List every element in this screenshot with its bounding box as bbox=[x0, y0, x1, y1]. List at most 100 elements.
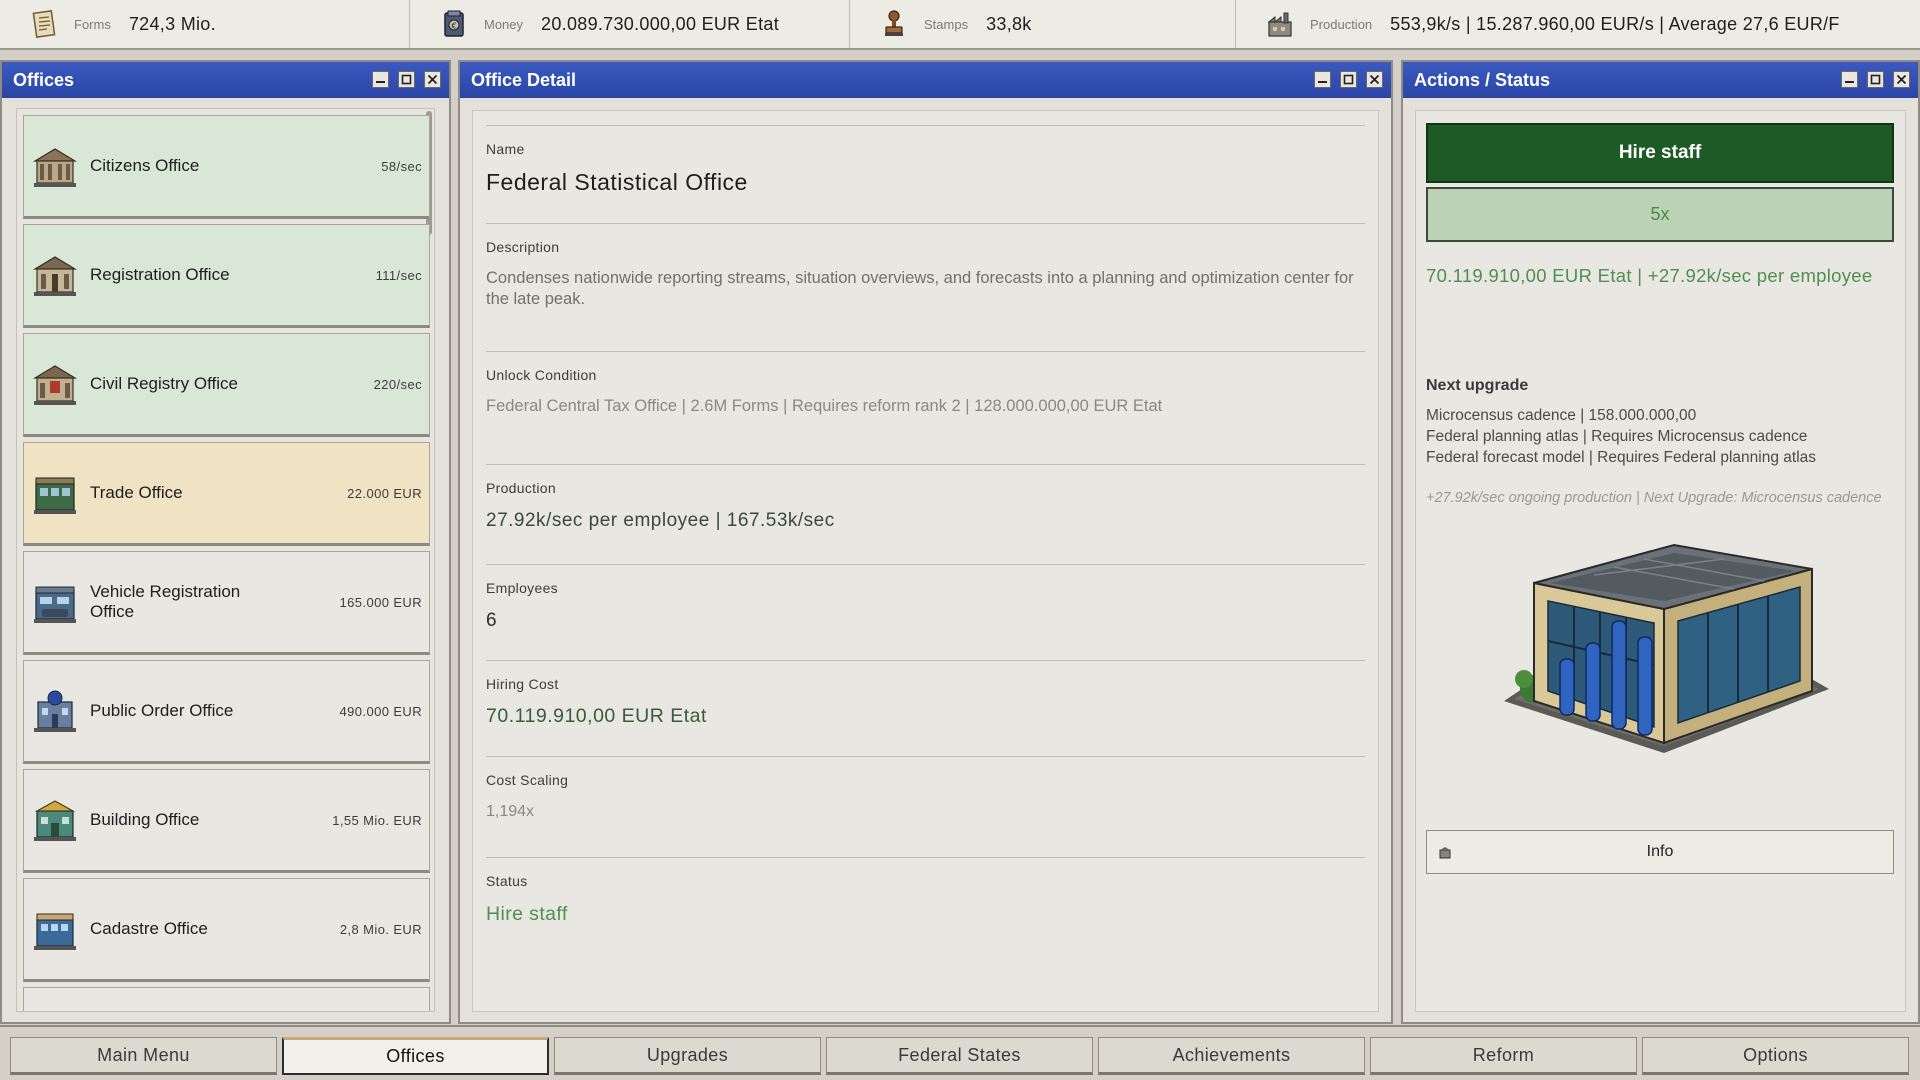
office-item-registration[interactable]: Registration Office 111/sec bbox=[23, 224, 430, 328]
office-name: Citizens Office bbox=[90, 156, 200, 175]
office-item-public-order[interactable]: Public Order Office 490.000 EUR bbox=[23, 660, 430, 764]
office-rate: 22.000 EUR bbox=[347, 485, 422, 501]
office-name: Trade Office bbox=[90, 483, 183, 502]
cost-summary: 70.119.910,00 EUR Etat | +27.92k/sec per… bbox=[1426, 265, 1873, 286]
info-button[interactable]: Info bbox=[1426, 830, 1894, 874]
upgrade-list: Microcensus cadence | 158.000.000,00 Fed… bbox=[1426, 405, 1816, 468]
minimize-icon bbox=[1318, 81, 1327, 83]
nav-main-menu[interactable]: Main Menu bbox=[10, 1037, 277, 1075]
office-rate: 165.000 EUR bbox=[339, 594, 422, 610]
office-name: Public Order Office bbox=[90, 701, 234, 720]
office-rate: 490.000 EUR bbox=[339, 703, 422, 719]
actions-content: Hire staff 5x 70.119.910,00 EUR Etat | +… bbox=[1415, 110, 1906, 1012]
field-label: Employees bbox=[486, 580, 558, 596]
office-rate: 1,55 Mio. EUR bbox=[332, 812, 422, 828]
minimize-icon bbox=[1845, 81, 1854, 83]
building-office-icon bbox=[34, 800, 76, 841]
maximize-button[interactable] bbox=[398, 71, 415, 88]
field-unlock-condition: Unlock Condition Federal Central Tax Off… bbox=[486, 351, 1365, 464]
money-icon: € bbox=[444, 10, 464, 37]
info-button-label: Info bbox=[1646, 843, 1674, 860]
close-button[interactable] bbox=[424, 71, 441, 88]
hire-staff-button[interactable]: Hire staff bbox=[1426, 123, 1894, 183]
upgrade-item: Federal planning atlas | Requires Microc… bbox=[1426, 428, 1808, 445]
hiring-cost-value: 70.119.910,00 EUR Etat bbox=[486, 705, 707, 727]
upgrade-hint: +27.92k/sec ongoing production | Next Up… bbox=[1426, 490, 1882, 506]
registration-office-icon bbox=[32, 256, 78, 296]
public-order-office-icon bbox=[34, 690, 76, 732]
office-item-partial[interactable] bbox=[23, 987, 430, 1011]
resource-stamps: Stamps 33,8k bbox=[850, 0, 1236, 48]
minimize-button[interactable] bbox=[1314, 71, 1331, 88]
minimize-button[interactable] bbox=[372, 71, 389, 88]
field-hiring-cost: Hiring Cost 70.119.910,00 EUR Etat bbox=[486, 660, 1365, 756]
close-button[interactable] bbox=[1366, 71, 1383, 88]
cost-scaling-value: 1,194x bbox=[486, 803, 535, 820]
office-rate: 2,8 Mio. EUR bbox=[339, 921, 422, 937]
field-name: Name Federal Statistical Office bbox=[486, 125, 1365, 223]
trade-office-icon bbox=[34, 477, 76, 514]
nav-offices[interactable]: Offices bbox=[282, 1037, 549, 1075]
nav-achievements[interactable]: Achievements bbox=[1098, 1037, 1365, 1075]
field-label: Description bbox=[486, 239, 560, 255]
bottom-navigation: Main Menu Offices Upgrades Federal State… bbox=[0, 1025, 1920, 1080]
resource-label: Money bbox=[484, 16, 524, 32]
upgrade-item: Microcensus cadence | 158.000.000,00 bbox=[1426, 407, 1697, 424]
field-label: Unlock Condition bbox=[486, 367, 597, 383]
office-item-cadastre[interactable]: Cadastre Office 2,8 Mio. EUR bbox=[23, 878, 430, 982]
resource-value: 724,3 Mio. bbox=[128, 13, 216, 34]
panel-title: Office Detail bbox=[471, 69, 577, 90]
maximize-icon bbox=[401, 74, 412, 85]
office-name: Cadastre Office bbox=[90, 919, 208, 938]
office-item-citizens[interactable]: Citizens Office 58/sec bbox=[23, 115, 430, 219]
nav-federal-states[interactable]: Federal States bbox=[826, 1037, 1093, 1075]
nav-options[interactable]: Options bbox=[1642, 1037, 1909, 1075]
office-list[interactable]: Citizens Office 58/sec Registration Offi… bbox=[16, 108, 435, 1012]
multiplier-button[interactable]: 5x bbox=[1426, 187, 1894, 242]
resource-value: 20.089.730.000,00 EUR Etat bbox=[541, 13, 779, 34]
field-production: Production 27.92k/sec per employee | 167… bbox=[486, 464, 1365, 564]
office-item-vehicle-registration[interactable]: Vehicle Registration Office 165.000 EUR bbox=[23, 551, 430, 655]
close-button[interactable] bbox=[1893, 71, 1910, 88]
minimize-button[interactable] bbox=[1841, 71, 1858, 88]
svg-text:€: € bbox=[451, 22, 456, 31]
office-rate: 111/sec bbox=[375, 267, 422, 283]
nav-upgrades[interactable]: Upgrades bbox=[554, 1037, 821, 1075]
office-title: Federal Statistical Office bbox=[486, 169, 748, 195]
next-upgrade-label: Next upgrade bbox=[1426, 377, 1529, 394]
resource-money: € Money 20.089.730.000,00 EUR Etat bbox=[410, 0, 850, 48]
panel-title-bar[interactable]: Office Detail bbox=[460, 62, 1391, 98]
close-icon bbox=[1369, 74, 1380, 85]
office-item-civil-registry[interactable]: Civil Registry Office 220/sec bbox=[23, 333, 430, 437]
resource-production: Production 553,9k/s | 15.287.960,00 EUR/… bbox=[1236, 0, 1920, 48]
close-icon bbox=[427, 74, 438, 85]
upgrade-item: Federal forecast model | Requires Federa… bbox=[1426, 449, 1817, 466]
panel-title-bar[interactable]: Actions / Status bbox=[1403, 62, 1918, 98]
panel-title: Offices bbox=[13, 69, 75, 90]
maximize-button[interactable] bbox=[1340, 71, 1357, 88]
nav-reform[interactable]: Reform bbox=[1370, 1037, 1637, 1075]
office-name: Registration Office bbox=[90, 265, 230, 284]
field-cost-scaling: Cost Scaling 1,194x bbox=[486, 756, 1365, 857]
office-item-trade[interactable]: Trade Office 22.000 EUR bbox=[23, 442, 430, 546]
detail-content: Name Federal Statistical Office Descript… bbox=[472, 110, 1379, 1012]
office-name: Vehicle Registration Office bbox=[90, 582, 241, 621]
factory-icon bbox=[1267, 12, 1292, 37]
close-icon bbox=[1896, 74, 1907, 85]
office-name: Civil Registry Office bbox=[90, 374, 238, 393]
office-item-building[interactable]: Building Office 1,55 Mio. EUR bbox=[23, 769, 430, 873]
description-text: Condenses nationwide reporting streams, … bbox=[486, 269, 1354, 308]
field-description: Description Condenses nationwide reporti… bbox=[486, 223, 1365, 351]
office-rate: 220/sec bbox=[373, 376, 422, 392]
field-label: Hiring Cost bbox=[486, 676, 559, 692]
panel-title-bar[interactable]: Offices bbox=[2, 62, 449, 98]
office-name: Building Office bbox=[90, 810, 200, 829]
field-label: Cost Scaling bbox=[486, 772, 569, 788]
field-label: Status bbox=[486, 873, 528, 889]
maximize-icon bbox=[1343, 74, 1354, 85]
actions-panel: Actions / Status Hire staff 5x 70.119.91… bbox=[1401, 60, 1920, 1024]
building-mini-icon bbox=[1439, 847, 1451, 859]
minimize-icon bbox=[376, 81, 385, 83]
production-text: 27.92k/sec per employee | 167.53k/sec bbox=[486, 510, 835, 531]
maximize-button[interactable] bbox=[1867, 71, 1884, 88]
